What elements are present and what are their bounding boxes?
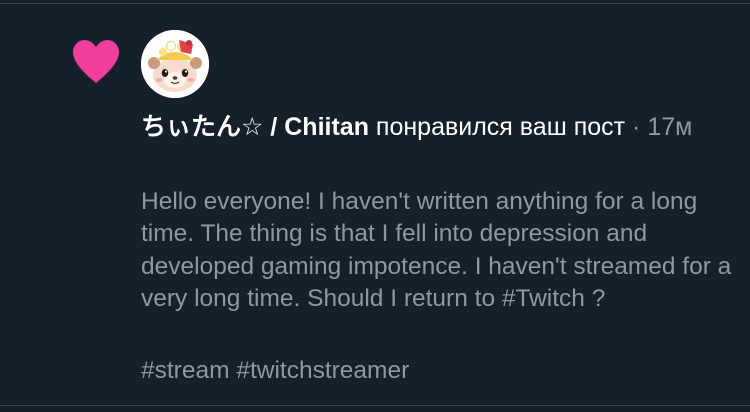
avatar-image	[141, 30, 209, 98]
separator-dot: ·	[632, 113, 641, 141]
hashtag-twitchstreamer[interactable]: #twitchstreamer	[236, 357, 409, 384]
avatar[interactable]	[141, 30, 209, 98]
bottom-divider	[0, 405, 750, 406]
notification-headline: ちぃたん☆ / Chiitan понравился ваш пост · 17…	[141, 110, 701, 144]
timestamp[interactable]: 17м	[647, 113, 692, 141]
post-preview-text: Hello everyone! I haven't written anythi…	[141, 188, 732, 313]
notification-action: понравился ваш пост	[375, 113, 626, 141]
user-display-name[interactable]: ちぃたん☆ / Chiitan	[141, 113, 369, 141]
hashtag-stream[interactable]: #stream	[141, 357, 230, 384]
post-hashtags: #stream #twitchstreamer	[141, 355, 701, 387]
heart-icon	[73, 40, 119, 83]
like-notification[interactable]: ちぃたん☆ / Chiitan понравился ваш пост · 17…	[0, 4, 750, 405]
